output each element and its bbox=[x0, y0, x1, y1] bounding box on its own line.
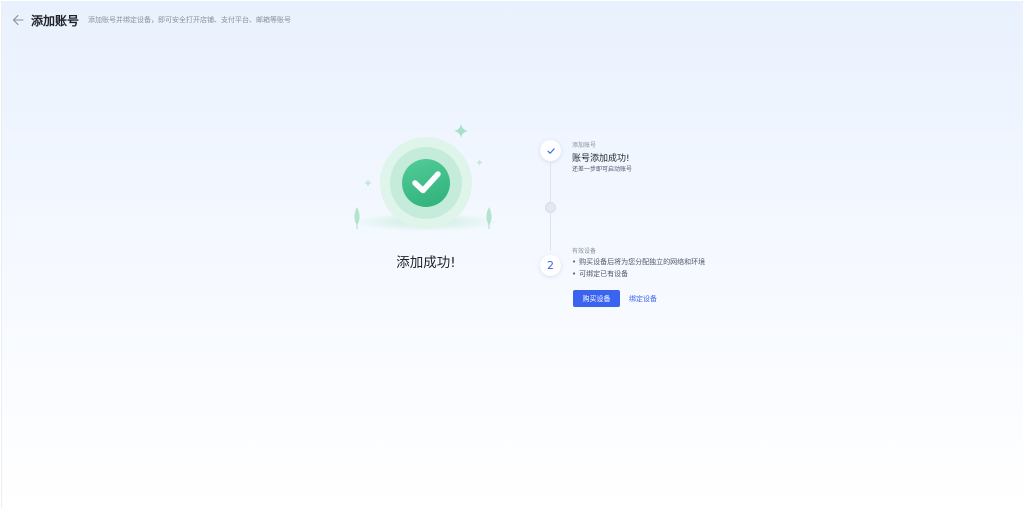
tree-icon bbox=[486, 207, 492, 229]
buy-device-button[interactable]: 购买设备 bbox=[573, 290, 620, 307]
step-1-title: 账号添加成功! bbox=[572, 154, 630, 164]
page: 添加账号 添加账号并绑定设备，即可安全打开店铺、支付平台、邮箱等账号 添加成功!… bbox=[1, 1, 1023, 508]
check-icon bbox=[412, 171, 441, 194]
arrow-left-icon bbox=[12, 14, 24, 26]
step-1-marker bbox=[540, 140, 561, 161]
step-2-label: 有效设备 bbox=[572, 248, 597, 255]
success-message: 添加成功! bbox=[396, 255, 456, 271]
sparkle-icon bbox=[476, 159, 483, 166]
step-2-marker: 2 bbox=[540, 255, 561, 276]
check-icon bbox=[546, 147, 555, 154]
page-title: 添加账号 bbox=[31, 13, 80, 28]
check-circle-icon bbox=[402, 159, 450, 207]
steps: 添加账号 账号添加成功! 还差一步即可启动账号 2 有效设备 购买设备后将为您分… bbox=[540, 139, 800, 319]
step-connector bbox=[550, 213, 551, 251]
step-connector bbox=[550, 163, 551, 203]
step-2-bullet: 购买设备后将为您分配独立的网络和环境 bbox=[572, 257, 705, 267]
step-1-label: 添加账号 bbox=[572, 142, 597, 149]
step-connector-dot bbox=[545, 202, 556, 213]
sparkle-icon bbox=[454, 124, 468, 138]
page-subtitle: 添加账号并绑定设备，即可安全打开店铺、支付平台、邮箱等账号 bbox=[88, 16, 292, 24]
header: 添加账号 添加账号并绑定设备，即可安全打开店铺、支付平台、邮箱等账号 bbox=[11, 11, 291, 29]
success-illustration bbox=[338, 119, 514, 239]
step-1-description: 还差一步即可启动账号 bbox=[572, 166, 633, 173]
step-2-bullet: 可绑定已有设备 bbox=[572, 269, 628, 279]
bind-device-link[interactable]: 绑定设备 bbox=[629, 290, 657, 307]
back-button[interactable] bbox=[11, 13, 25, 27]
tree-icon bbox=[354, 207, 360, 229]
sparkle-icon bbox=[364, 179, 372, 187]
